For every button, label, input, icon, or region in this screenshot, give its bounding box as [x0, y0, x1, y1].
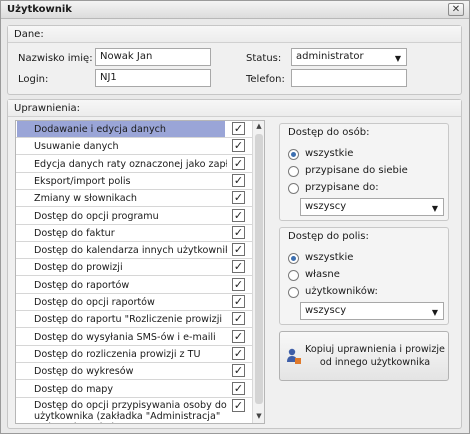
- permission-row[interactable]: Zmiany w słownikach ✓: [16, 190, 252, 208]
- permission-row[interactable]: Dostęp do rozliczenia prowizji z TU ✓: [16, 346, 252, 363]
- permission-label: Edycja danych raty oznaczonej jako zapła…: [34, 158, 227, 170]
- dostep-polis-title: Dostęp do polis:: [288, 231, 369, 242]
- permission-checkbox[interactable]: ✓: [232, 139, 245, 153]
- login-label: Login:: [18, 74, 49, 85]
- permission-row[interactable]: Dostęp do kalendarza innych użytkowników…: [16, 242, 252, 260]
- chevron-down-icon: ▼: [431, 308, 438, 317]
- osob-user-select[interactable]: wszyscy ▼: [300, 198, 444, 216]
- permission-row[interactable]: Dostęp do opcji przypisywania osoby do u…: [16, 398, 252, 423]
- permission-label: Dostęp do opcji raportów: [34, 297, 155, 308]
- radio-label: własne: [305, 269, 340, 280]
- permission-checkbox[interactable]: ✓: [232, 346, 245, 360]
- permission-row[interactable]: Dostęp do faktur ✓: [16, 225, 252, 242]
- permission-checkbox[interactable]: ✓: [232, 173, 245, 187]
- permission-checkbox[interactable]: ✓: [232, 295, 245, 308]
- scroll-thumb[interactable]: [255, 134, 263, 404]
- radio-indicator[interactable]: [288, 166, 299, 177]
- permission-row[interactable]: Dodawanie i edycja danych ✓: [16, 121, 252, 138]
- permission-checkbox[interactable]: ✓: [232, 260, 245, 274]
- permission-row[interactable]: Dostęp do mapy ✓: [16, 381, 252, 398]
- phone-label: Telefon:: [246, 74, 285, 85]
- permission-label: Usuwanie danych: [34, 141, 119, 153]
- permission-checkbox[interactable]: ✓: [232, 381, 245, 395]
- permission-label: Dostęp do opcji programu: [34, 210, 159, 222]
- permission-checkbox[interactable]: ✓: [232, 225, 245, 239]
- radio-indicator[interactable]: [288, 253, 299, 264]
- chevron-down-icon: ▼: [394, 54, 401, 63]
- permission-row[interactable]: Dostęp do wykresów ✓: [16, 363, 252, 381]
- name-label: Nazwisko imię:: [18, 53, 93, 64]
- radio-label: użytkowników:: [305, 286, 378, 297]
- permission-row[interactable]: Dostęp do raportów ✓: [16, 277, 252, 294]
- permission-row[interactable]: Dostęp do raportu "Rozliczenie prowizji ✓: [16, 311, 252, 329]
- name-input[interactable]: Nowak Jan: [95, 48, 211, 66]
- permission-checkbox[interactable]: ✓: [232, 191, 245, 205]
- permission-label: Dostęp do wykresów: [34, 366, 134, 378]
- dostep-polis-group: Dostęp do polis: wszystkie własne użytko…: [279, 227, 449, 325]
- status-select[interactable]: administrator ▼: [291, 48, 407, 66]
- permission-label: Dostęp do faktur: [34, 227, 115, 239]
- permission-checkbox[interactable]: ✓: [232, 243, 245, 257]
- permission-checkbox[interactable]: ✓: [232, 208, 245, 222]
- permission-checkbox[interactable]: ✓: [232, 329, 245, 343]
- permission-checkbox[interactable]: ✓: [232, 312, 245, 326]
- permission-checkbox[interactable]: ✓: [232, 122, 245, 135]
- permission-checkbox[interactable]: ✓: [232, 277, 245, 291]
- radio-indicator[interactable]: [288, 183, 299, 194]
- permission-label: Dostęp do rozliczenia prowizji z TU: [34, 348, 201, 360]
- title-bar: Użytkownik ✕: [1, 1, 469, 19]
- close-icon: ✕: [451, 4, 461, 15]
- window-title: Użytkownik: [7, 4, 72, 15]
- permission-label: Dostęp do raportów: [34, 279, 130, 291]
- permissions-list[interactable]: Dodawanie i edycja danych ✓ Usuwanie danyc…: [15, 120, 265, 424]
- radio-label: wszystkie: [305, 148, 354, 159]
- status-label: Status:: [246, 53, 282, 64]
- dostep-osob-group: Dostęp do osób: wszystkie przypisane do …: [279, 123, 449, 221]
- permission-row[interactable]: Dostęp do prowizji ✓: [16, 259, 252, 277]
- permission-label: Dostęp do kalendarza innych użytkowników: [34, 245, 227, 257]
- polis-user-select[interactable]: wszyscy ▼: [300, 302, 444, 320]
- permission-label: Dodawanie i edycja danych: [34, 124, 166, 135]
- permission-row[interactable]: Eksport/import polis ✓: [16, 173, 252, 190]
- scroll-down-icon[interactable]: ▼: [254, 412, 264, 422]
- permission-label: Dostęp do raportu "Rozliczenie prowizji: [34, 314, 223, 326]
- scroll-up-icon[interactable]: ▲: [254, 122, 264, 132]
- uprawnienia-header: Uprawnienia:: [8, 100, 461, 117]
- permission-row[interactable]: Usuwanie danych ✓: [16, 138, 252, 156]
- permission-label: Dostęp do prowizji: [34, 262, 123, 274]
- login-input[interactable]: NJ1: [95, 69, 211, 87]
- close-button[interactable]: ✕: [448, 3, 464, 16]
- radio-indicator[interactable]: [288, 270, 299, 281]
- status-value: administrator: [296, 51, 364, 62]
- permission-checkbox[interactable]: ✓: [232, 156, 245, 170]
- permission-row[interactable]: Dostęp do opcji raportów ✓: [16, 294, 252, 311]
- copy-button-label: Kopiuj uprawnienia i prowizje od innego …: [305, 344, 445, 368]
- radio-label: wszystkie: [305, 252, 354, 263]
- radio-indicator[interactable]: [288, 287, 299, 298]
- dane-panel: Dane: Nazwisko imię: Nowak Jan Login: NJ…: [7, 25, 462, 95]
- osob-select-value: wszyscy: [305, 201, 347, 212]
- permission-row[interactable]: Dostęp do wysyłania SMS-ów i e-maili ✓: [16, 329, 252, 346]
- polis-select-value: wszyscy: [305, 305, 347, 316]
- permission-label: Eksport/import polis: [34, 175, 131, 187]
- radio-label: przypisane do:: [305, 182, 379, 193]
- permission-row[interactable]: Dostęp do opcji programu ✓: [16, 208, 252, 225]
- dane-header: Dane:: [8, 26, 461, 43]
- user-dialog: Użytkownik ✕ Dane: Nazwisko imię: Nowak …: [0, 0, 470, 434]
- radio-label: przypisane do siebie: [305, 165, 408, 176]
- radio-indicator[interactable]: [288, 149, 299, 160]
- permission-label: Zmiany w słownikach: [34, 193, 137, 205]
- permission-label: Dostęp do wysyłania SMS-ów i e-maili: [34, 331, 216, 343]
- permission-checkbox[interactable]: ✓: [232, 364, 245, 378]
- permission-checkbox[interactable]: ✓: [232, 398, 245, 412]
- dostep-osob-title: Dostęp do osób:: [288, 127, 370, 138]
- permission-label: Dostęp do opcji przypisywania osoby do u…: [34, 399, 227, 423]
- phone-input[interactable]: [291, 69, 407, 87]
- chevron-down-icon: ▼: [431, 204, 438, 213]
- permission-label: Dostęp do mapy: [34, 383, 114, 395]
- copy-permissions-button[interactable]: Kopiuj uprawnienia i prowizje od innego …: [279, 331, 449, 381]
- permission-row[interactable]: Edycja danych raty oznaczonej jako zapła…: [16, 156, 252, 173]
- list-scrollbar[interactable]: ▲ ▼: [252, 121, 264, 423]
